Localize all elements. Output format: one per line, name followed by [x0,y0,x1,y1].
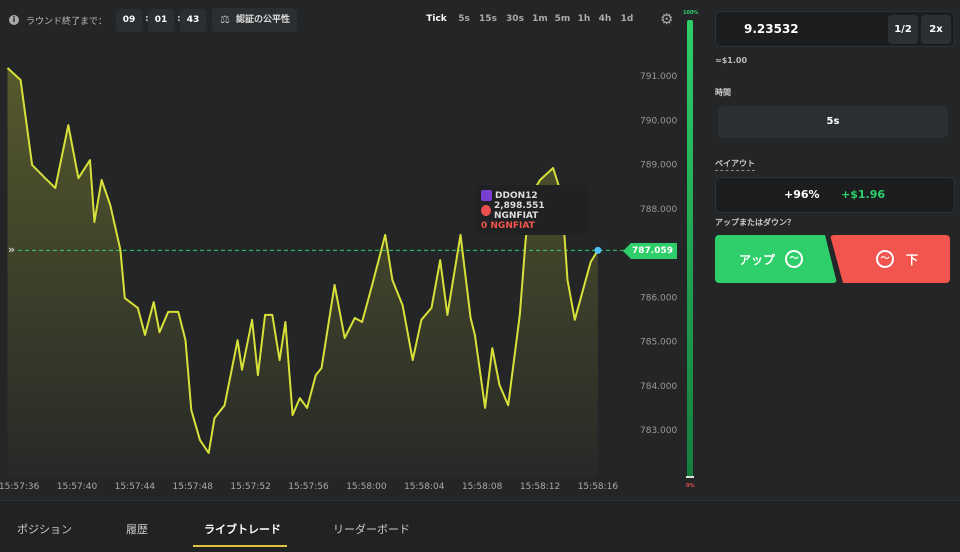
round-end-label: ラウンド終了まで： [26,17,108,27]
interval-1d[interactable]: 1d [616,14,638,24]
x-tick-label: 15:57:36 [0,482,40,492]
timer-seconds: 43 [180,9,206,32]
interval-5m[interactable]: 5m [551,14,574,24]
interval-selector: Tick 5s 15s 30s 1m 5m 1h 4h 1d [420,14,638,24]
trend-up-icon: 〜 [785,250,803,268]
provably-fair-button[interactable]: ⚖ 認証の公平性 [212,8,297,32]
double-chevron-right-icon: » [8,243,16,256]
y-tick-label: 786.000 [640,293,677,303]
x-tick-label: 15:57:56 [288,482,329,492]
bet-panel: 9.23532 1/2 2x ≈$1.00 時間 5s ペイアウト +96% +… [705,0,960,500]
active-tab-indicator [193,545,287,547]
progress-marker [686,476,694,478]
bottom-tabs: ポジション 履歴 ライブトレード リーダーボード [0,500,960,552]
interval-1m[interactable]: 1m [529,14,551,24]
payout-percent: +96% [784,188,820,201]
avatar [481,190,492,201]
time-label: 時間 [715,88,731,97]
tooltip-bet: 2,898.551 NGNFIAT [493,200,545,221]
x-tick-label: 15:57:52 [230,482,270,492]
x-tick-label: 15:58:08 [462,482,503,492]
price-chart[interactable]: 791.000790.000789.000788.000787.000786.0… [0,0,700,500]
tooltip-profit: 0 NGNFIAT [481,220,535,231]
interval-15s[interactable]: 15s [475,14,501,24]
timer-minutes: 01 [148,9,174,32]
tab-live-trades[interactable]: ライブトレード [204,521,281,537]
down-label: 下 [905,252,918,267]
interval-4h[interactable]: 4h [594,14,616,24]
trade-tooltip: DDON12 2,898.551 NGNFIAT 0 NGNFIAT [476,185,588,235]
usd-equivalent: ≈$1.00 [715,56,748,65]
x-tick-label: 15:58:16 [578,482,619,492]
tab-leaderboard[interactable]: リーダーボード [333,521,410,537]
interval-5s[interactable]: 5s [453,14,475,24]
tab-history[interactable]: 履歴 [126,521,148,537]
info-icon: i [9,15,19,25]
interval-30s[interactable]: 30s [501,14,529,24]
half-button[interactable]: 1/2 [888,15,918,44]
y-tick-label: 783.000 [640,426,677,436]
price-area [7,68,598,478]
progress-bottom-label: 0% [686,483,695,489]
y-tick-label: 785.000 [640,338,677,348]
bet-amount-field[interactable]: 9.23532 1/2 2x [715,11,955,47]
y-tick-label: 784.000 [640,382,677,392]
y-tick-label: 788.000 [640,205,677,215]
payout-amount: +$1.96 [841,188,886,201]
x-tick-label: 15:57:48 [173,482,214,492]
duration-select[interactable]: 5s [718,106,948,138]
interval-1h[interactable]: 1h [574,14,594,24]
x-tick-label: 15:58:04 [404,482,445,492]
tab-positions[interactable]: ポジション [17,521,72,537]
payout-display: +96% +$1.96 [715,177,955,213]
up-label: アップ [738,252,775,267]
down-button[interactable]: 〜下 [830,235,950,283]
payout-label: ペイアウト [715,158,755,171]
trend-down-icon: 〜 [875,250,894,268]
progress-top-label: 100% [683,10,699,16]
coin-icon [481,205,491,216]
current-price-dot [594,246,602,254]
chart-toolbar: i ラウンド終了まで： 09 : 01 : 43 ⚖ 認証の公平性 Tick 5s 1… [0,0,690,40]
x-tick-label: 15:57:44 [115,482,156,492]
double-button[interactable]: 2x [921,15,951,44]
tooltip-user: DDON12 [495,190,538,201]
bet-amount-value[interactable]: 9.23532 [744,22,799,36]
round-progress-bar [687,20,693,478]
current-price-tag: 787.059 [623,243,677,259]
x-tick-label: 15:57:40 [57,482,98,492]
scale-icon: ⚖ [220,13,230,26]
x-tick-label: 15:58:00 [346,482,387,492]
y-tick-label: 789.000 [640,161,677,171]
gear-icon[interactable]: ⚙ [660,10,673,28]
up-button[interactable]: アップ〜 [715,235,837,283]
y-tick-label: 790.000 [640,116,677,126]
timer-hours: 09 [116,9,142,32]
provably-fair-label: 認証の公平性 [236,15,291,25]
up-or-down-label: アップまたはダウン？ [715,218,795,227]
x-tick-label: 15:58:12 [520,482,560,492]
interval-tick[interactable]: Tick [420,14,453,24]
y-tick-label: 791.000 [640,72,677,82]
